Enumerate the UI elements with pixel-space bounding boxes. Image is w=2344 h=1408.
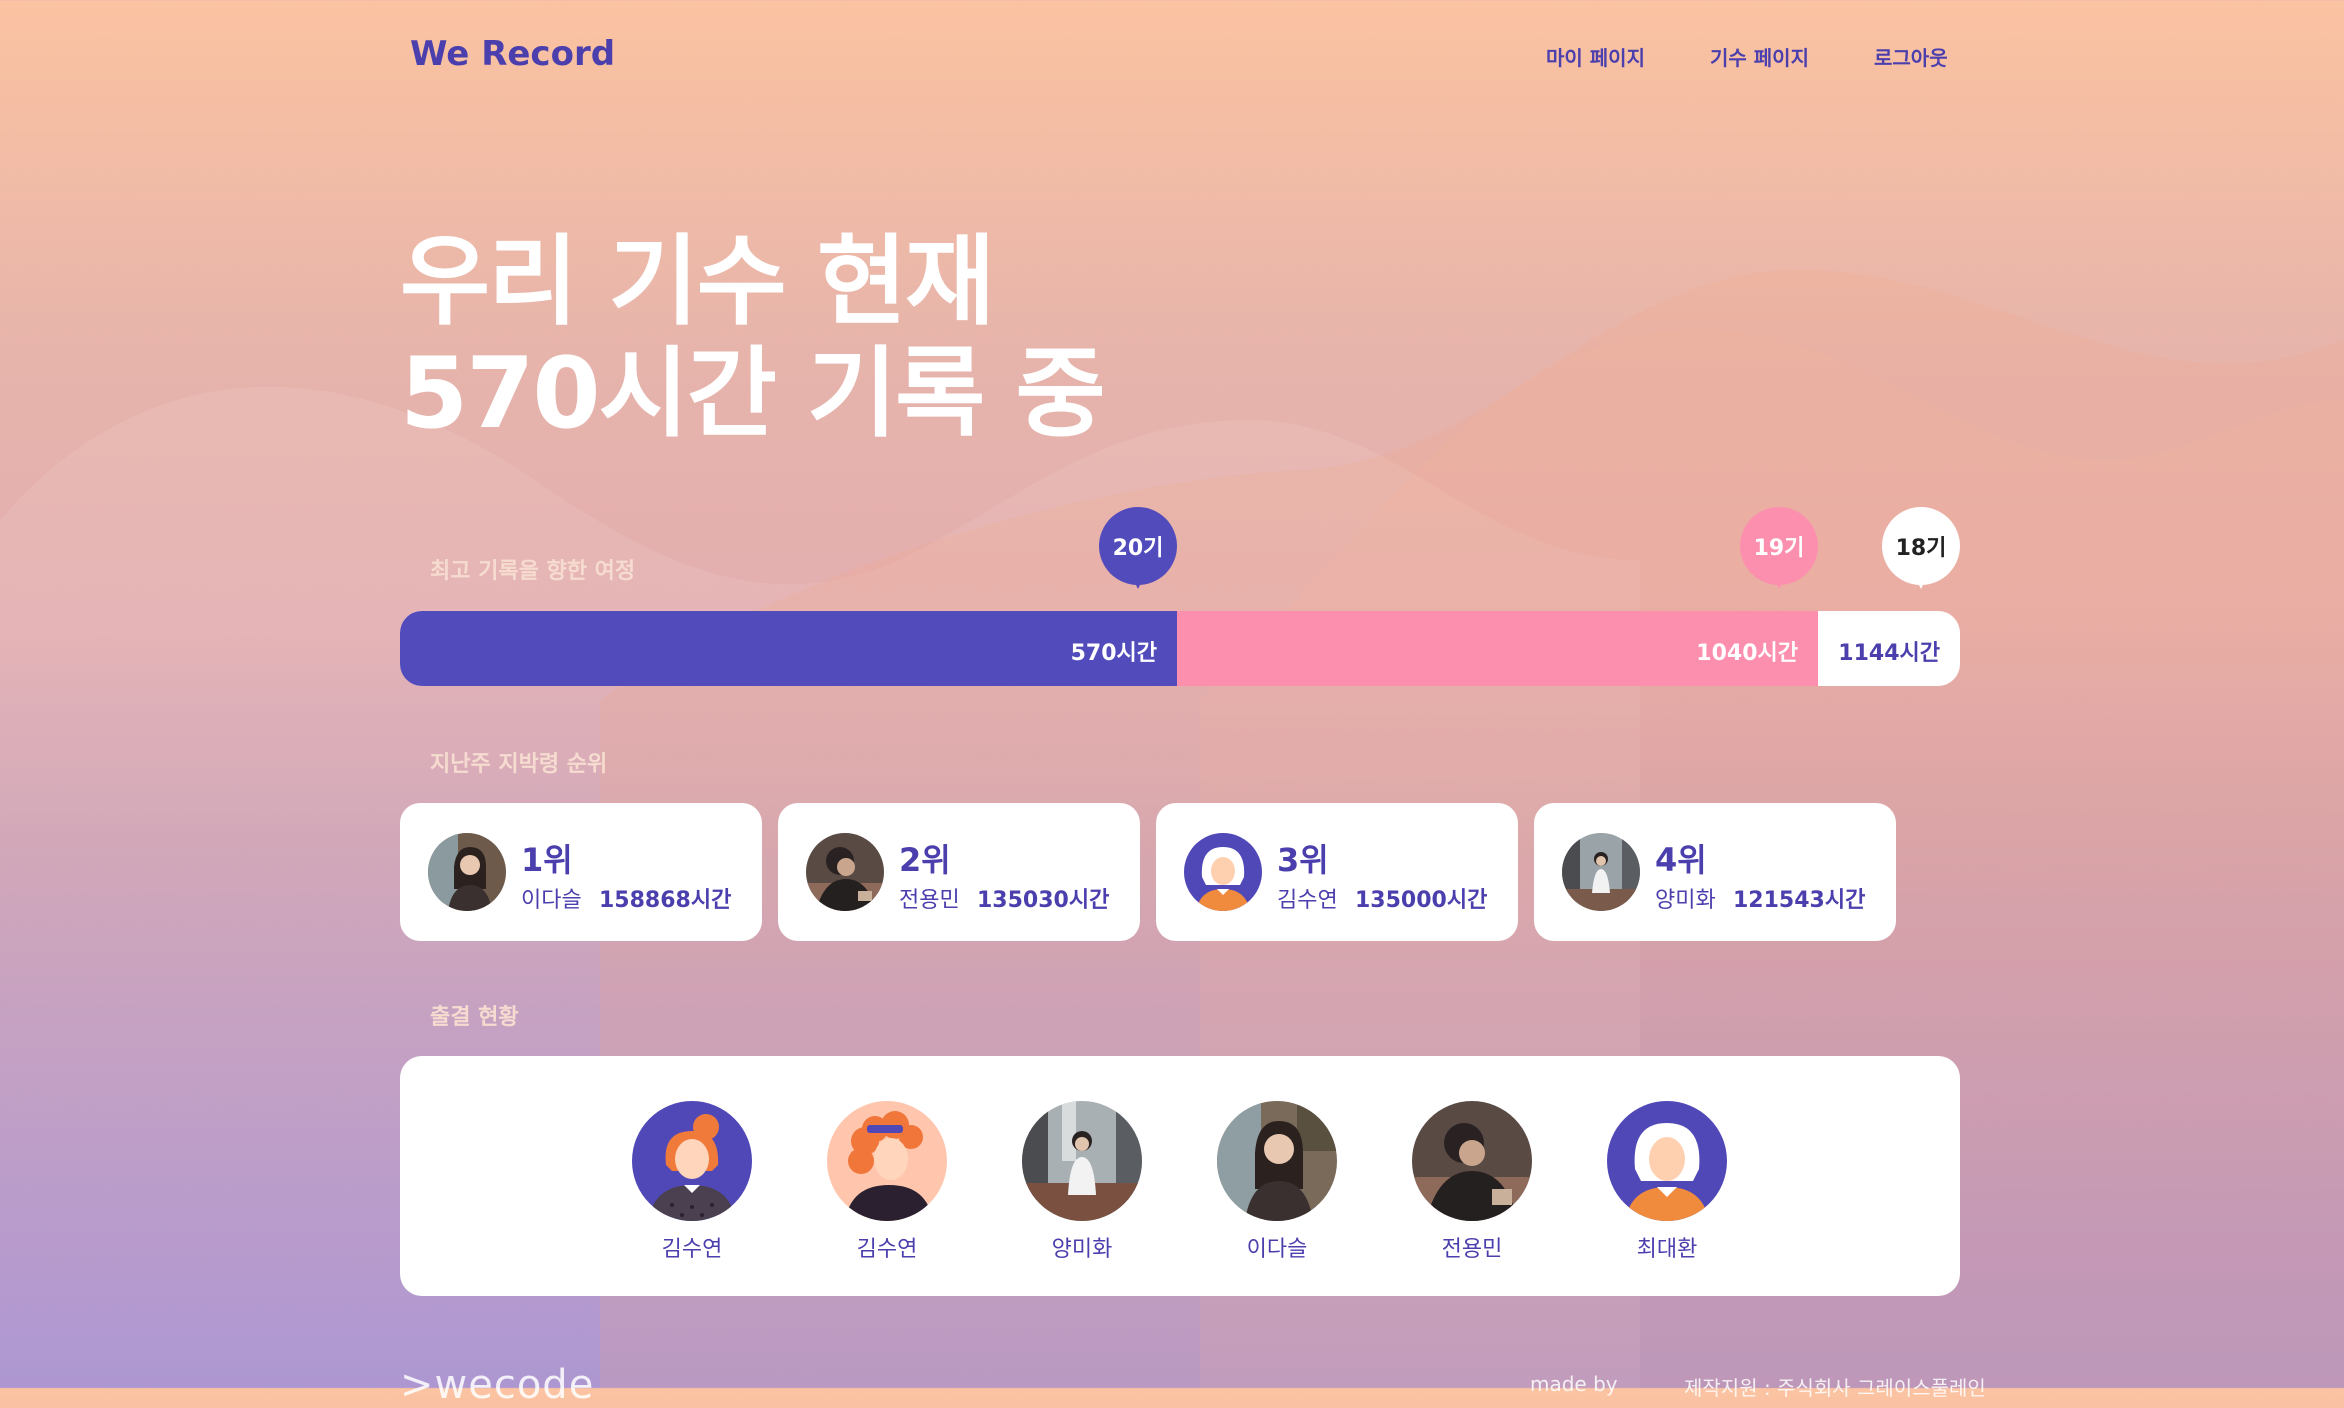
hero-title: 우리 기수 현재 570시간 기록 중 [400, 225, 1106, 451]
pin-label: 20기 [1112, 536, 1164, 561]
journey-section-label: 최고 기록을 향한 여정 [430, 559, 636, 584]
journey-label-18: 1144시간 [1838, 641, 1940, 666]
illustrated-avatar-curly-hair-icon [827, 1101, 947, 1221]
rank-card-2[interactable]: 2위 전용민 135030시간 [778, 803, 1140, 941]
photo-avatar-woman-icon [1217, 1101, 1337, 1221]
rank-member-name: 이다슬 [521, 888, 582, 913]
rank-number: 1위 [521, 841, 573, 879]
rank-number: 4위 [1655, 841, 1707, 879]
attendance-member[interactable]: 이다슬 [1217, 1101, 1337, 1263]
rank-member-hours: 135000시간 [1355, 888, 1488, 913]
attendance-member-name: 전용민 [1441, 1237, 1503, 1262]
hero-line-1: 우리 기수 현재 [400, 225, 995, 339]
footer-made-by: made by [1530, 1372, 1618, 1396]
rank-number: 2위 [899, 841, 951, 879]
photo-avatar-woman-icon [428, 833, 506, 911]
journey-label-19: 1040시간 [1696, 641, 1798, 666]
attendance-member[interactable]: 양미화 [1022, 1101, 1142, 1263]
pin-label: 19기 [1753, 536, 1805, 561]
rank-member-hours: 135030시간 [977, 888, 1110, 913]
nav-cohort-page[interactable]: 기수 페이지 [1710, 42, 1809, 71]
photo-avatar-man-icon [1412, 1101, 1532, 1221]
attendance-panel: 김수연 김수연 양미화 이다슬 전용민 최대환 [400, 1056, 1960, 1296]
rank-card-1[interactable]: 1위 이다슬 158868시간 [400, 803, 762, 941]
attendance-member-name: 양미화 [1051, 1237, 1113, 1262]
attendance-member[interactable]: 김수연 [827, 1101, 947, 1263]
attendance-member[interactable]: 최대환 [1607, 1101, 1727, 1263]
attendance-member[interactable]: 김수연 [632, 1101, 752, 1263]
rank-member-hours: 121543시간 [1733, 888, 1866, 913]
rank-member-hours: 158868시간 [599, 888, 732, 913]
illustrated-avatar-white-hair-icon [1184, 833, 1262, 911]
nav-logout[interactable]: 로그아웃 [1874, 42, 1948, 71]
attendance-member-name: 김수연 [661, 1237, 723, 1262]
footer-wecode-logo[interactable]: >wecode [400, 1362, 594, 1408]
hero-line-2: 570시간 기록 중 [400, 337, 1106, 451]
photo-avatar-lobby-icon [1562, 833, 1640, 911]
attendance-section-label: 출결 현황 [430, 1005, 519, 1030]
nav-my-page[interactable]: 마이 페이지 [1546, 42, 1645, 71]
illustrated-avatar-white-hair-icon [1607, 1101, 1727, 1221]
pin-label: 18기 [1895, 536, 1947, 561]
illustrated-avatar-bun-hair-icon [632, 1101, 752, 1221]
journey-progress-bar: 570시간 1040시간 1144시간 [400, 611, 1960, 686]
rank-number: 3위 [1277, 841, 1329, 879]
brand-logo[interactable]: We Record [410, 34, 615, 74]
journey-segment-20 [400, 611, 1177, 686]
footer-sponsor: 제작지원 : 주식회사 그레이스풀레인 [1684, 1376, 1986, 1400]
rank-member-name: 양미화 [1655, 888, 1716, 913]
journey-label-20: 570시간 [1070, 641, 1157, 666]
ranking-section-label: 지난주 지박령 순위 [430, 752, 608, 777]
rank-card-3[interactable]: 3위 김수연 135000시간 [1156, 803, 1518, 941]
rank-card-4[interactable]: 4위 양미화 121543시간 [1534, 803, 1896, 941]
photo-avatar-man-icon [806, 833, 884, 911]
photo-avatar-lobby-icon [1022, 1101, 1142, 1221]
attendance-member[interactable]: 전용민 [1412, 1101, 1532, 1263]
attendance-member-name: 이다슬 [1246, 1237, 1308, 1262]
rank-member-name: 김수연 [1277, 888, 1338, 913]
attendance-member-name: 최대환 [1636, 1237, 1698, 1262]
rank-member-name: 전용민 [899, 888, 960, 913]
attendance-member-name: 김수연 [856, 1237, 918, 1262]
